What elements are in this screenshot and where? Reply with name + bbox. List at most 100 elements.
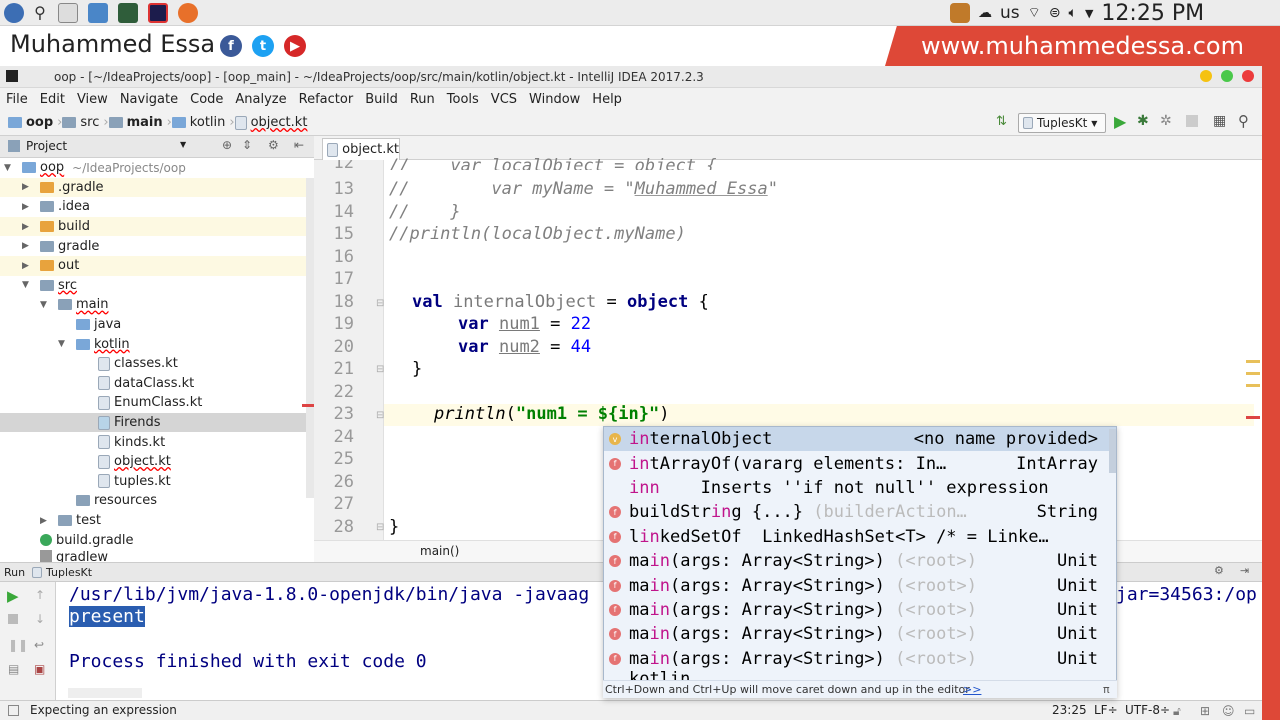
keyboard-lang[interactable]: us	[1000, 3, 1020, 23]
tree-item-test[interactable]: ▶ test	[0, 511, 314, 531]
facebook-icon[interactable]: f	[220, 35, 242, 57]
desktop-icon[interactable]	[58, 3, 78, 23]
firefox-icon[interactable]	[178, 3, 198, 23]
up-icon[interactable]: ↑	[35, 588, 45, 602]
menu-tools[interactable]: Tools	[441, 92, 485, 107]
tree-item-gradlew[interactable]: gradlew	[0, 550, 314, 562]
completion-item[interactable]: v in ternalObject <no name provided>	[604, 427, 1116, 452]
tree-item-classes[interactable]: classes.kt	[0, 354, 314, 374]
maximize-button[interactable]	[1221, 70, 1233, 82]
dump-threads-icon[interactable]: ▤	[8, 662, 19, 676]
tree-item-enumclass[interactable]: EnumClass.kt	[0, 393, 314, 413]
crumb-main[interactable]: main	[108, 115, 163, 130]
file-encoding[interactable]: UTF-8÷	[1125, 703, 1170, 717]
completion-item[interactable]: f ma in (args: Array<String>) (<root>) Unit	[604, 598, 1116, 622]
tree-item-tuples[interactable]: tuples.kt	[0, 472, 314, 492]
debug-icon[interactable]: ✱	[1137, 113, 1149, 129]
run-config-tab[interactable]: TuplesKt	[32, 566, 92, 579]
tree-item-build[interactable]: ▶ build	[0, 216, 314, 237]
build-icon[interactable]: ⇅	[996, 114, 1007, 129]
intellij-icon[interactable]	[148, 3, 168, 23]
collapse-icon[interactable]: ⇕	[242, 138, 252, 152]
completion-item[interactable]: f buildStr in g {...} (builderAction… String	[604, 500, 1116, 524]
stop-icon[interactable]	[8, 614, 18, 624]
youtube-icon[interactable]: ▶	[284, 35, 306, 57]
fedora-icon[interactable]	[4, 3, 24, 23]
rerun-icon[interactable]: ▶	[7, 587, 19, 605]
menu-build[interactable]: Build	[359, 92, 404, 107]
project-view-select[interactable]: Project	[26, 139, 67, 153]
tree-item-kinds[interactable]: kinds.kt	[0, 432, 314, 452]
menu-help[interactable]: Help	[586, 92, 628, 107]
tree-item-gradle[interactable]: ▶ gradle	[0, 236, 314, 256]
event-log-icon[interactable]: ▭	[1244, 704, 1255, 718]
menu-edit[interactable]: Edit	[34, 92, 71, 107]
menu-analyze[interactable]: Analyze	[229, 92, 292, 107]
completion-item[interactable]: f ma in (args: Array<String>) (<root>) Unit	[604, 622, 1116, 646]
tree-item-out[interactable]: ▶ out	[0, 256, 314, 276]
expand-arrow-icon[interactable]: ▶	[22, 182, 34, 192]
menu-window[interactable]: Window	[523, 92, 586, 107]
run-config-select[interactable]: TuplesKt ▼	[1018, 113, 1106, 133]
search-everywhere-icon[interactable]: ⚲	[1238, 112, 1249, 130]
menu-code[interactable]: Code	[184, 92, 229, 107]
wifi-icon[interactable]: ⌔	[1028, 4, 1041, 22]
marker-warning[interactable]	[1246, 372, 1260, 375]
down-icon[interactable]: ↓	[35, 612, 45, 626]
marker-error[interactable]	[1246, 416, 1260, 419]
expand-arrow-icon[interactable]: ▶	[22, 222, 34, 232]
tree-item-src[interactable]: ▼ src	[0, 276, 314, 296]
expand-arrow-icon[interactable]: ▶	[22, 202, 34, 212]
network-icon[interactable]: ⊜	[1049, 5, 1061, 21]
expand-arrow-icon[interactable]: ▶	[40, 516, 52, 526]
tree-item-firends[interactable]: Firends	[0, 412, 314, 433]
menu-view[interactable]: View	[71, 92, 114, 107]
git-icon[interactable]: ⊞	[1200, 704, 1210, 718]
monitor-icon[interactable]	[118, 3, 138, 23]
tree-item-gradle-dir[interactable]: ▶ .gradle	[0, 177, 314, 198]
expand-arrow-icon[interactable]: ▶	[22, 241, 34, 251]
app-tray-icon[interactable]	[950, 3, 970, 23]
completion-item[interactable]: f ma in (args: Array<String>) (<root>) Unit	[604, 549, 1116, 573]
tree-scrollbar[interactable]	[306, 178, 314, 498]
tree-item-resources[interactable]: resources	[0, 491, 314, 511]
files-icon[interactable]	[88, 3, 108, 23]
crumb-file[interactable]: object.kt	[234, 115, 307, 130]
stop-icon[interactable]	[1186, 115, 1198, 127]
clock[interactable]: 12:25 PM	[1101, 1, 1204, 26]
tool-windows-icon[interactable]	[8, 705, 19, 716]
menu-vcs[interactable]: VCS	[485, 92, 523, 107]
crumb-oop[interactable]: oop	[8, 115, 53, 130]
completion-pi[interactable]: π	[1103, 683, 1110, 696]
soft-wrap-icon[interactable]: ↩	[34, 638, 44, 652]
expand-arrow-icon[interactable]: ▼	[58, 339, 70, 349]
lock-icon[interactable]: 🔓︎	[1173, 704, 1181, 719]
expand-arrow-icon[interactable]: ▼	[4, 163, 16, 173]
expand-arrow-icon[interactable]: ▼	[22, 280, 34, 290]
completion-hint-link[interactable]: >>	[963, 683, 981, 696]
hide-panel-icon[interactable]: ⇥	[1240, 564, 1249, 577]
marker-warning[interactable]	[1246, 360, 1260, 363]
project-structure-icon[interactable]: ▦	[1213, 113, 1226, 129]
cloud-icon[interactable]: ☁	[978, 5, 992, 21]
tree-item-object[interactable]: object.kt	[0, 452, 314, 472]
coverage-icon[interactable]: ✲	[1160, 113, 1172, 129]
print-icon[interactable]: ▣	[34, 662, 45, 676]
marker-warning[interactable]	[1246, 384, 1260, 387]
gear-icon[interactable]: ⚙	[268, 138, 279, 152]
crumb-kotlin[interactable]: kotlin	[171, 115, 225, 130]
menu-navigate[interactable]: Navigate	[114, 92, 184, 107]
tree-item-java[interactable]: java	[0, 315, 314, 335]
menu-chevron-icon[interactable]: ▼	[1085, 7, 1093, 20]
minimize-button[interactable]	[1200, 70, 1212, 82]
completion-scrollbar[interactable]	[1109, 429, 1116, 473]
console-scrollbar[interactable]	[68, 688, 142, 698]
expand-arrow-icon[interactable]: ▼	[40, 300, 52, 310]
completion-item[interactable]: f l in kedSetOf LinkedHashSet<T> /* = Linke…	[604, 525, 1116, 549]
completion-item[interactable]: f in tArrayOf(vararg elements: In… IntArray	[604, 451, 1116, 475]
close-button[interactable]	[1242, 70, 1254, 82]
run-icon[interactable]: ▶	[1114, 112, 1126, 131]
tree-item-main[interactable]: ▼ main	[0, 295, 314, 315]
gear-icon[interactable]: ⚙	[1214, 564, 1224, 577]
tree-item-idea[interactable]: ▶ .idea	[0, 197, 314, 217]
